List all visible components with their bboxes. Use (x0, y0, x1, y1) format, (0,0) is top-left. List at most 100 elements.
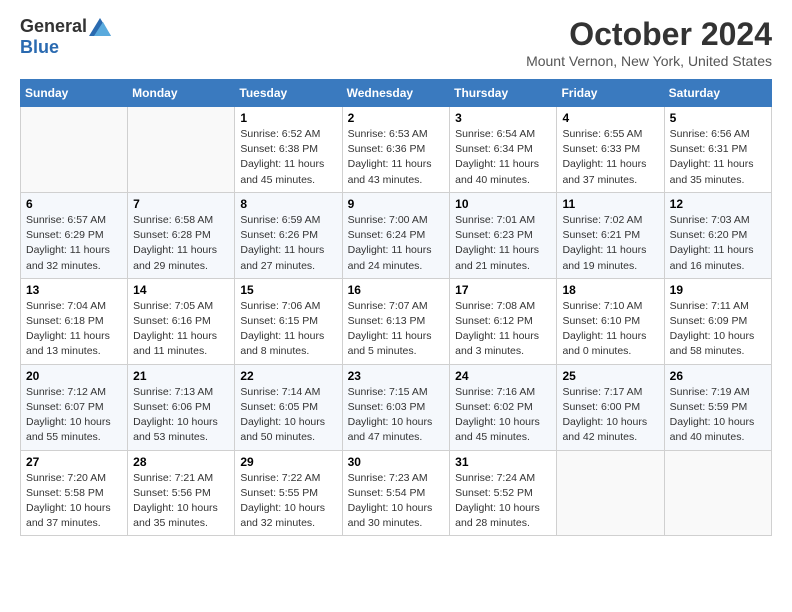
calendar-cell: 29 Sunrise: 7:22 AM Sunset: 5:55 PM Dayli… (235, 450, 342, 536)
calendar-cell: 22 Sunrise: 7:14 AM Sunset: 6:05 PM Dayli… (235, 364, 342, 450)
col-wednesday: Wednesday (342, 80, 450, 107)
day-number: 15 (240, 283, 336, 297)
day-number: 4 (562, 111, 658, 125)
calendar-cell: 31 Sunrise: 7:24 AM Sunset: 5:52 PM Dayli… (450, 450, 557, 536)
day-number: 18 (562, 283, 658, 297)
day-info: Sunrise: 7:07 AM Sunset: 6:13 PM Dayligh… (348, 299, 445, 360)
calendar: Sunday Monday Tuesday Wednesday Thursday… (20, 79, 772, 536)
calendar-header-row: Sunday Monday Tuesday Wednesday Thursday… (21, 80, 772, 107)
day-info: Sunrise: 7:08 AM Sunset: 6:12 PM Dayligh… (455, 299, 551, 360)
day-info: Sunrise: 7:00 AM Sunset: 6:24 PM Dayligh… (348, 213, 445, 274)
day-info: Sunrise: 7:14 AM Sunset: 6:05 PM Dayligh… (240, 385, 336, 446)
day-number: 23 (348, 369, 445, 383)
calendar-cell: 24 Sunrise: 7:16 AM Sunset: 6:02 PM Dayli… (450, 364, 557, 450)
calendar-cell: 18 Sunrise: 7:10 AM Sunset: 6:10 PM Dayli… (557, 278, 664, 364)
calendar-cell: 7 Sunrise: 6:58 AM Sunset: 6:28 PM Daylig… (128, 192, 235, 278)
calendar-cell: 28Sunrise: 7:21 AM Sunset: 5:56 PM Dayli… (128, 450, 235, 536)
col-monday: Monday (128, 80, 235, 107)
day-info: Sunrise: 7:19 AM Sunset: 5:59 PM Dayligh… (670, 385, 766, 446)
calendar-cell: 12 Sunrise: 7:03 AM Sunset: 6:20 PM Dayli… (664, 192, 771, 278)
calendar-cell: 13 Sunrise: 7:04 AM Sunset: 6:18 PM Dayli… (21, 278, 128, 364)
calendar-cell: 23 Sunrise: 7:15 AM Sunset: 6:03 PM Dayli… (342, 364, 450, 450)
calendar-week-row: 20Sunrise: 7:12 AM Sunset: 6:07 PM Dayli… (21, 364, 772, 450)
day-info: Sunrise: 7:24 AM Sunset: 5:52 PM Dayligh… (455, 471, 551, 532)
day-info: Sunrise: 6:52 AM Sunset: 6:38 PM Dayligh… (240, 127, 336, 188)
logo-icon (89, 18, 111, 36)
col-friday: Friday (557, 80, 664, 107)
day-number: 28 (133, 455, 229, 469)
calendar-cell: 5 Sunrise: 6:56 AM Sunset: 6:31 PM Daylig… (664, 107, 771, 193)
calendar-cell (664, 450, 771, 536)
col-tuesday: Tuesday (235, 80, 342, 107)
calendar-week-row: 1 Sunrise: 6:52 AM Sunset: 6:38 PM Daylig… (21, 107, 772, 193)
calendar-week-row: 13 Sunrise: 7:04 AM Sunset: 6:18 PM Dayli… (21, 278, 772, 364)
col-saturday: Saturday (664, 80, 771, 107)
day-info: Sunrise: 7:16 AM Sunset: 6:02 PM Dayligh… (455, 385, 551, 446)
day-info: Sunrise: 7:01 AM Sunset: 6:23 PM Dayligh… (455, 213, 551, 274)
day-info: Sunrise: 6:54 AM Sunset: 6:34 PM Dayligh… (455, 127, 551, 188)
calendar-cell (21, 107, 128, 193)
calendar-cell: 30Sunrise: 7:23 AM Sunset: 5:54 PM Dayli… (342, 450, 450, 536)
day-number: 17 (455, 283, 551, 297)
col-sunday: Sunday (21, 80, 128, 107)
day-number: 7 (133, 197, 229, 211)
day-number: 10 (455, 197, 551, 211)
calendar-cell: 25 Sunrise: 7:17 AM Sunset: 6:00 PM Dayli… (557, 364, 664, 450)
calendar-cell: 6Sunrise: 6:57 AM Sunset: 6:29 PM Daylig… (21, 192, 128, 278)
day-info: Sunrise: 7:15 AM Sunset: 6:03 PM Dayligh… (348, 385, 445, 446)
day-number: 25 (562, 369, 658, 383)
calendar-week-row: 6Sunrise: 6:57 AM Sunset: 6:29 PM Daylig… (21, 192, 772, 278)
calendar-cell: 26 Sunrise: 7:19 AM Sunset: 5:59 PM Dayli… (664, 364, 771, 450)
day-info: Sunrise: 6:55 AM Sunset: 6:33 PM Dayligh… (562, 127, 658, 188)
day-number: 9 (348, 197, 445, 211)
calendar-cell: 11Sunrise: 7:02 AM Sunset: 6:21 PM Dayli… (557, 192, 664, 278)
day-number: 21 (133, 369, 229, 383)
calendar-cell: 20Sunrise: 7:12 AM Sunset: 6:07 PM Dayli… (21, 364, 128, 450)
day-number: 16 (348, 283, 445, 297)
day-info: Sunrise: 7:05 AM Sunset: 6:16 PM Dayligh… (133, 299, 229, 360)
calendar-cell (557, 450, 664, 536)
month-title: October 2024 (526, 16, 772, 53)
day-number: 30 (348, 455, 445, 469)
day-info: Sunrise: 7:20 AM Sunset: 5:58 PM Dayligh… (26, 471, 122, 532)
day-number: 13 (26, 283, 122, 297)
day-number: 12 (670, 197, 766, 211)
day-info: Sunrise: 7:02 AM Sunset: 6:21 PM Dayligh… (562, 213, 658, 274)
calendar-cell: 10 Sunrise: 7:01 AM Sunset: 6:23 PM Dayli… (450, 192, 557, 278)
day-info: Sunrise: 6:56 AM Sunset: 6:31 PM Dayligh… (670, 127, 766, 188)
logo: General Blue (20, 16, 111, 58)
calendar-cell (128, 107, 235, 193)
day-number: 24 (455, 369, 551, 383)
logo-blue-text: Blue (20, 37, 59, 57)
day-number: 3 (455, 111, 551, 125)
day-number: 6 (26, 197, 122, 211)
day-info: Sunrise: 6:58 AM Sunset: 6:28 PM Dayligh… (133, 213, 229, 274)
calendar-cell: 1 Sunrise: 6:52 AM Sunset: 6:38 PM Daylig… (235, 107, 342, 193)
day-info: Sunrise: 7:22 AM Sunset: 5:55 PM Dayligh… (240, 471, 336, 532)
logo-general-text: General (20, 16, 87, 37)
calendar-cell: 15Sunrise: 7:06 AM Sunset: 6:15 PM Dayli… (235, 278, 342, 364)
day-number: 1 (240, 111, 336, 125)
day-info: Sunrise: 7:17 AM Sunset: 6:00 PM Dayligh… (562, 385, 658, 446)
day-info: Sunrise: 7:04 AM Sunset: 6:18 PM Dayligh… (26, 299, 122, 360)
calendar-cell: 2Sunrise: 6:53 AM Sunset: 6:36 PM Daylig… (342, 107, 450, 193)
day-number: 19 (670, 283, 766, 297)
calendar-cell: 3 Sunrise: 6:54 AM Sunset: 6:34 PM Daylig… (450, 107, 557, 193)
day-info: Sunrise: 7:10 AM Sunset: 6:10 PM Dayligh… (562, 299, 658, 360)
calendar-cell: 27Sunrise: 7:20 AM Sunset: 5:58 PM Dayli… (21, 450, 128, 536)
day-number: 26 (670, 369, 766, 383)
day-number: 31 (455, 455, 551, 469)
day-number: 2 (348, 111, 445, 125)
day-info: Sunrise: 7:12 AM Sunset: 6:07 PM Dayligh… (26, 385, 122, 446)
day-number: 22 (240, 369, 336, 383)
calendar-cell: 17 Sunrise: 7:08 AM Sunset: 6:12 PM Dayli… (450, 278, 557, 364)
day-number: 8 (240, 197, 336, 211)
header: General Blue October 2024 Mount Vernon, … (20, 16, 772, 69)
col-thursday: Thursday (450, 80, 557, 107)
calendar-week-row: 27Sunrise: 7:20 AM Sunset: 5:58 PM Dayli… (21, 450, 772, 536)
day-info: Sunrise: 7:03 AM Sunset: 6:20 PM Dayligh… (670, 213, 766, 274)
day-number: 29 (240, 455, 336, 469)
location: Mount Vernon, New York, United States (526, 53, 772, 69)
day-number: 5 (670, 111, 766, 125)
calendar-cell: 16 Sunrise: 7:07 AM Sunset: 6:13 PM Dayli… (342, 278, 450, 364)
